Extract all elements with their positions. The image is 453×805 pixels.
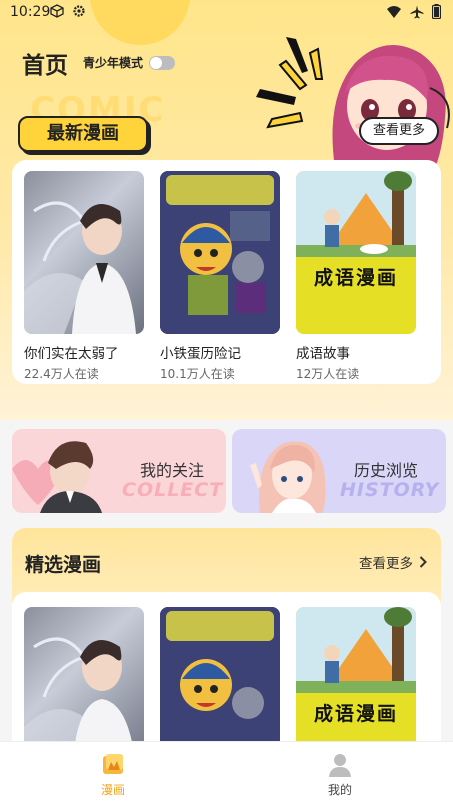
mascot-girl-illustration xyxy=(332,45,450,168)
see-more-bubble[interactable]: 查看更多 xyxy=(359,117,439,145)
follow-boy-illustration xyxy=(12,441,102,513)
comic-title: 成语故事 xyxy=(296,346,350,362)
nav-item-mine[interactable]: 我的 xyxy=(310,752,370,798)
cover-illustration-boy xyxy=(24,201,136,334)
cover-illustration-kid xyxy=(160,171,280,334)
latest-comic-list: 你们实在太弱了 22.4万人在读 小铁蛋历险记 10.1万人在读 成语漫画 成语… xyxy=(24,171,416,382)
bottom-nav: 漫画 我的 xyxy=(0,741,453,805)
nav-item-comics[interactable]: 漫画 xyxy=(83,752,143,798)
airplane-icon xyxy=(410,5,424,18)
comic-card[interactable]: 成语漫画 成语故事 12万人在读 xyxy=(296,171,416,382)
collect-watermark: COLLECT xyxy=(122,479,224,501)
history-card[interactable]: 历史浏览 HISTORY xyxy=(232,429,446,513)
cover-title-text: 成语漫画 xyxy=(313,703,398,725)
comic-cover-little-tiedan[interactable] xyxy=(160,171,280,334)
status-time: 10:29 xyxy=(10,4,51,20)
comic-book-icon xyxy=(103,754,123,774)
teen-mode-label: 青少年模式 xyxy=(83,56,144,70)
battery-icon xyxy=(432,4,441,19)
user-icon xyxy=(329,754,351,777)
my-follow-card[interactable]: 我的关注 COLLECT xyxy=(12,429,226,513)
teen-mode-switch[interactable]: 青少年模式 xyxy=(83,54,176,71)
cover-title-text: 成语漫画 xyxy=(313,267,398,289)
my-follow-label: 我的关注 xyxy=(140,461,205,480)
nav-label-comics: 漫画 xyxy=(100,783,125,797)
toggle-icon[interactable] xyxy=(149,55,176,70)
featured-title: 精选漫画 xyxy=(25,550,114,579)
history-girl-illustration xyxy=(250,441,326,513)
comic-reads: 12万人在读 xyxy=(296,367,360,381)
status-bar: 10:29 xyxy=(0,0,453,26)
gear-icon xyxy=(73,5,85,17)
comic-reads: 22.4万人在读 xyxy=(24,367,99,381)
page-title: 首页 xyxy=(22,53,68,79)
history-watermark: HISTORY xyxy=(340,479,440,501)
latest-comics-panel: 你们实在太弱了 22.4万人在读 小铁蛋历险记 10.1万人在读 成语漫画 成语… xyxy=(12,160,441,384)
comic-reads: 10.1万人在读 xyxy=(160,367,235,381)
cover-illustration-idiom xyxy=(296,171,416,334)
comic-card[interactable]: 小铁蛋历险记 10.1万人在读 xyxy=(160,171,280,382)
featured-see-more-button[interactable]: 查看更多 xyxy=(359,552,427,572)
comic-cover-idiom-stories[interactable]: 成语漫画 xyxy=(296,171,416,334)
comic-card[interactable]: 你们实在太弱了 22.4万人在读 xyxy=(24,171,144,382)
featured-see-more-label: 查看更多 xyxy=(359,556,413,572)
comic-title: 你们实在太弱了 xyxy=(24,346,119,362)
latest-section-tag: 最新漫画 xyxy=(18,116,148,152)
comic-cover-you-are-weak[interactable] xyxy=(24,171,144,334)
wifi-icon xyxy=(387,5,401,18)
history-label: 历史浏览 xyxy=(354,461,419,480)
comic-title: 小铁蛋历险记 xyxy=(160,346,241,362)
cube-icon xyxy=(50,4,64,18)
nav-label-mine: 我的 xyxy=(327,783,352,797)
chevron-right-icon xyxy=(419,556,427,568)
